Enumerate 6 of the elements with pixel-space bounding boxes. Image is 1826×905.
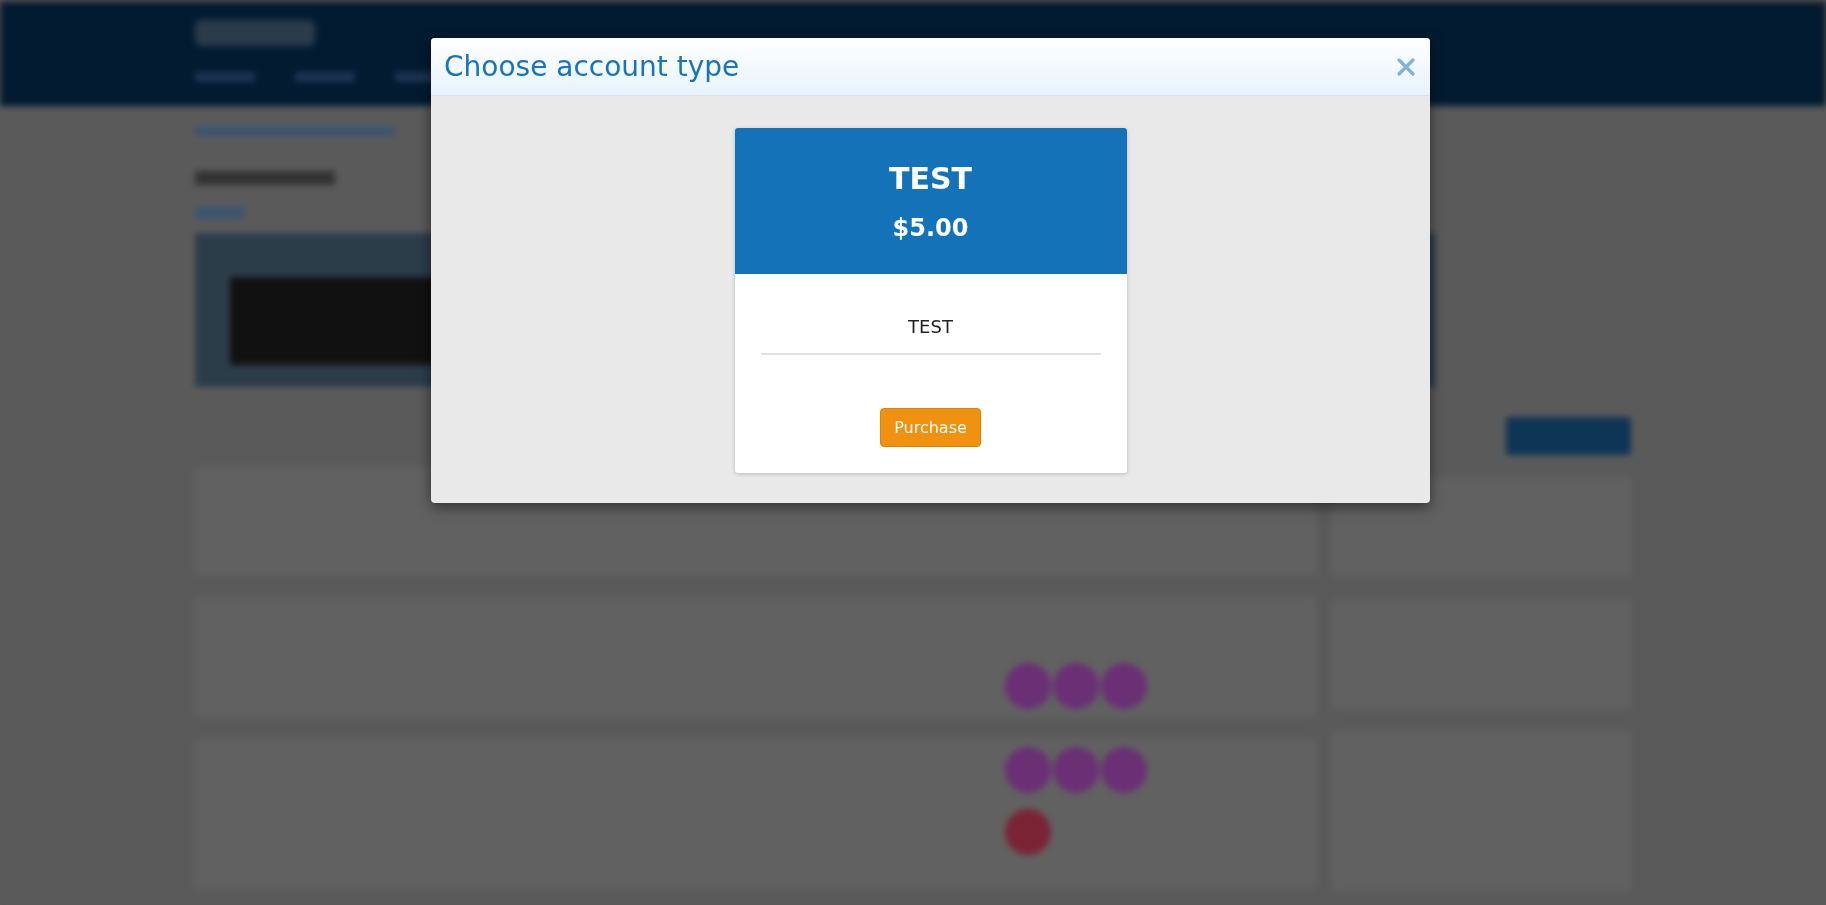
close-icon[interactable] <box>1396 56 1416 77</box>
plan-price: $5.00 <box>892 213 969 242</box>
plan-description: TEST <box>908 316 953 337</box>
dialog-title: Choose account type <box>444 50 740 83</box>
plan-name: TEST <box>889 160 972 196</box>
purchase-button[interactable]: Purchase <box>880 408 981 447</box>
